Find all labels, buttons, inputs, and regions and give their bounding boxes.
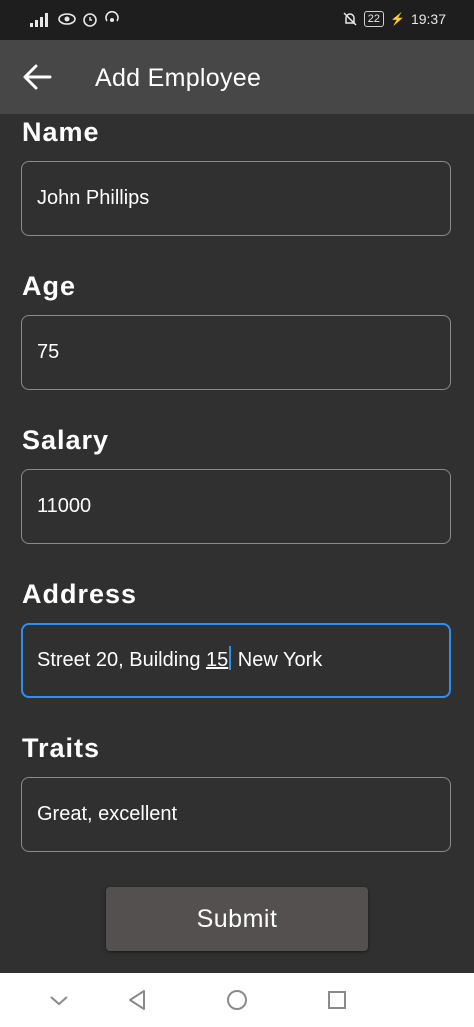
chevron-down-icon[interactable]: [46, 987, 72, 1013]
address-label: Address: [22, 579, 138, 609]
charging-icon: ⚡: [390, 12, 405, 26]
battery-indicator: 22: [363, 11, 384, 27]
status-right-icons: 22 ⚡ 19:37: [342, 11, 446, 27]
home-circle-icon[interactable]: [224, 987, 250, 1013]
hotspot-icon: [105, 11, 119, 22]
salary-value: 11000: [37, 495, 92, 517]
address-value-start: Street 20, Building: [37, 649, 206, 671]
address-field[interactable]: Street 20, Building 15 New York: [21, 623, 451, 698]
alarm-icon: [83, 13, 97, 27]
salary-label: Salary: [22, 425, 110, 455]
age-value: 75: [37, 341, 60, 363]
salary-field[interactable]: 11000: [21, 469, 451, 544]
traits-field[interactable]: Great, excellent: [21, 777, 451, 852]
name-field[interactable]: John Phillips: [21, 161, 451, 236]
address-value-end: New York: [232, 649, 323, 671]
notifications-off-icon: [343, 12, 357, 26]
recents-square-icon[interactable]: [324, 987, 350, 1013]
navigation-bar: [0, 973, 474, 1027]
submit-button[interactable]: Submit: [106, 887, 368, 951]
status-left-icons: [30, 11, 120, 27]
status-bar: 22 ⚡ 19:37: [0, 0, 474, 40]
eye-icon: [58, 13, 76, 25]
age-label: Age: [22, 271, 77, 301]
back-arrow-icon[interactable]: [22, 63, 52, 91]
traits-value: Great, excellent: [37, 803, 178, 825]
name-value: John Phillips: [37, 187, 150, 209]
name-label: Name: [22, 117, 100, 147]
address-value-underlined: 15: [206, 649, 229, 671]
app-bar: Add Employee: [0, 40, 474, 114]
page-title: Add Employee: [95, 64, 262, 92]
text-cursor: [229, 646, 232, 670]
signal-icon: [30, 13, 48, 27]
age-field[interactable]: 75: [21, 315, 451, 390]
traits-label: Traits: [22, 733, 101, 763]
back-triangle-icon[interactable]: [124, 987, 150, 1013]
status-time: 19:37: [410, 11, 446, 27]
